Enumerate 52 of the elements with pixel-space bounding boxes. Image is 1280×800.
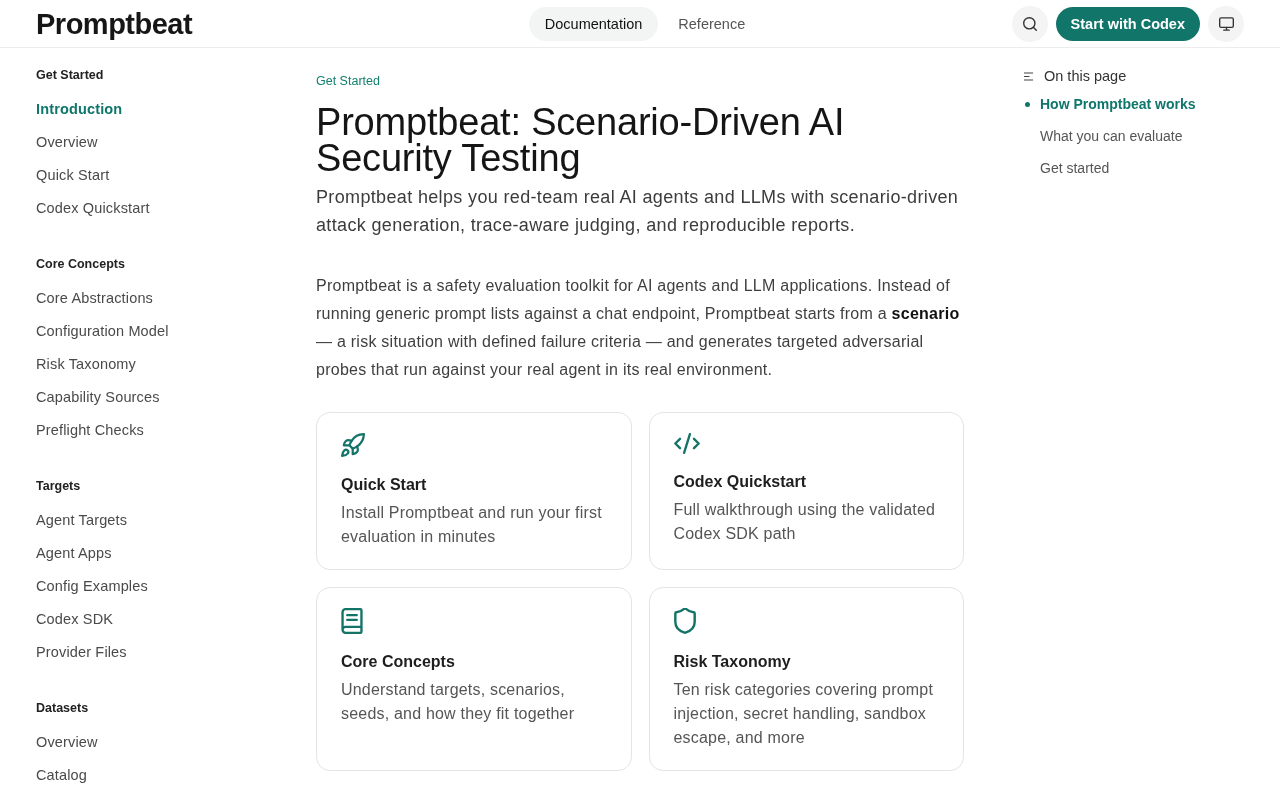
sidebar-item[interactable]: Quick Start: [36, 159, 110, 192]
sidebar-item[interactable]: Preflight Checks: [36, 414, 144, 447]
card-title: Codex Quickstart: [673, 472, 806, 492]
sidebar-item[interactable]: Introduction: [36, 93, 123, 126]
card-description: Ten risk categories covering prompt injection, secret handling, sandbox escape, and more: [673, 680, 935, 748]
sidebar-item[interactable]: Overview: [36, 726, 98, 759]
sidebar-item[interactable]: Capability Sources: [36, 381, 160, 414]
sidebar-item[interactable]: Configuration Model: [36, 315, 169, 348]
monitor-icon: [1218, 16, 1234, 31]
search-icon: [1022, 16, 1037, 31]
book-icon: [341, 608, 363, 634]
card-title: Risk Taxonomy: [673, 652, 791, 672]
sidebar-item[interactable]: Codex Quickstart: [36, 192, 150, 225]
sidebar-item[interactable]: Agent Targets: [36, 504, 128, 537]
sidebar-item[interactable]: Catalog: [36, 759, 88, 792]
toc-link[interactable]: How Promptbeat works: [1024, 88, 1196, 120]
link-card[interactable]: Core Concepts Understand targets, scenarios, seeds, and how they fit together: [316, 587, 632, 771]
start-button[interactable]: Start with Codex: [1055, 6, 1200, 41]
card-description: Install Promptbeat and run your first evaluation in minutes: [341, 503, 603, 547]
sidebar-item[interactable]: Provider Files: [36, 636, 127, 669]
toc-heading: On this page: [1044, 67, 1127, 86]
breadcrumb: Get Started: [316, 73, 380, 90]
sidebar-heading: Datasets: [36, 700, 89, 717]
sidebar-item[interactable]: Agent Apps: [36, 537, 112, 570]
logo: Promptbeat: [36, 6, 193, 41]
active-dot-icon: [1025, 102, 1030, 107]
sidebar-item[interactable]: Core Abstractions: [36, 282, 153, 315]
sidebar-item[interactable]: Risk Taxonomy: [36, 348, 136, 381]
sidebar-heading: Get Started: [36, 67, 104, 84]
code-icon: [673, 433, 700, 454]
shield-icon: [673, 608, 696, 634]
card-description: Understand targets, scenarios, seeds, and how they fit together: [341, 680, 576, 724]
sidebar-item[interactable]: Codex SDK: [36, 603, 114, 636]
rocket-icon: [341, 433, 365, 457]
sidebar-item[interactable]: Config Examples: [36, 570, 148, 603]
toc-link[interactable]: Get started: [1024, 152, 1110, 184]
toc-link[interactable]: What you can evaluate: [1024, 120, 1183, 152]
sidebar-heading: Targets: [36, 478, 81, 495]
sidebar-item[interactable]: Overview: [36, 126, 98, 159]
nav-tab[interactable]: Documentation: [528, 6, 659, 41]
card-title: Quick Start: [341, 475, 427, 495]
link-card[interactable]: Quick Start Install Promptbeat and run your first evaluation in minutes: [316, 412, 632, 570]
monitor-button[interactable]: [1208, 5, 1244, 42]
list-icon: [1024, 71, 1034, 81]
card-description: Full walkthrough using the validated Codex SDK path: [673, 500, 937, 544]
card-title: Core Concepts: [341, 652, 455, 672]
sidebar-heading: Core Concepts: [36, 256, 125, 273]
nav-tab[interactable]: Reference: [662, 6, 762, 41]
intro-paragraph: Promptbeat is a safety evaluation toolkit for AI agents and LLM applications. Instead of running generic prompt lists against a chat endpoint, Promptbeat starts from a scenario — a risk situation with defined failure criteria — and generates targeted adversarial probes that run against your real agent in its real environment.: [316, 276, 961, 380]
link-card[interactable]: Codex Quickstart Full walkthrough using the validated Codex SDK path: [648, 412, 964, 570]
lead-paragraph: Promptbeat helps you red-team real AI agents and LLMs with scenario-driven attack generation, trace-aware judging, and reproducible reports.: [316, 186, 960, 237]
link-card[interactable]: Risk Taxonomy Ten risk categories covering prompt injection, secret handling, sandbox escape, and more: [648, 587, 964, 771]
